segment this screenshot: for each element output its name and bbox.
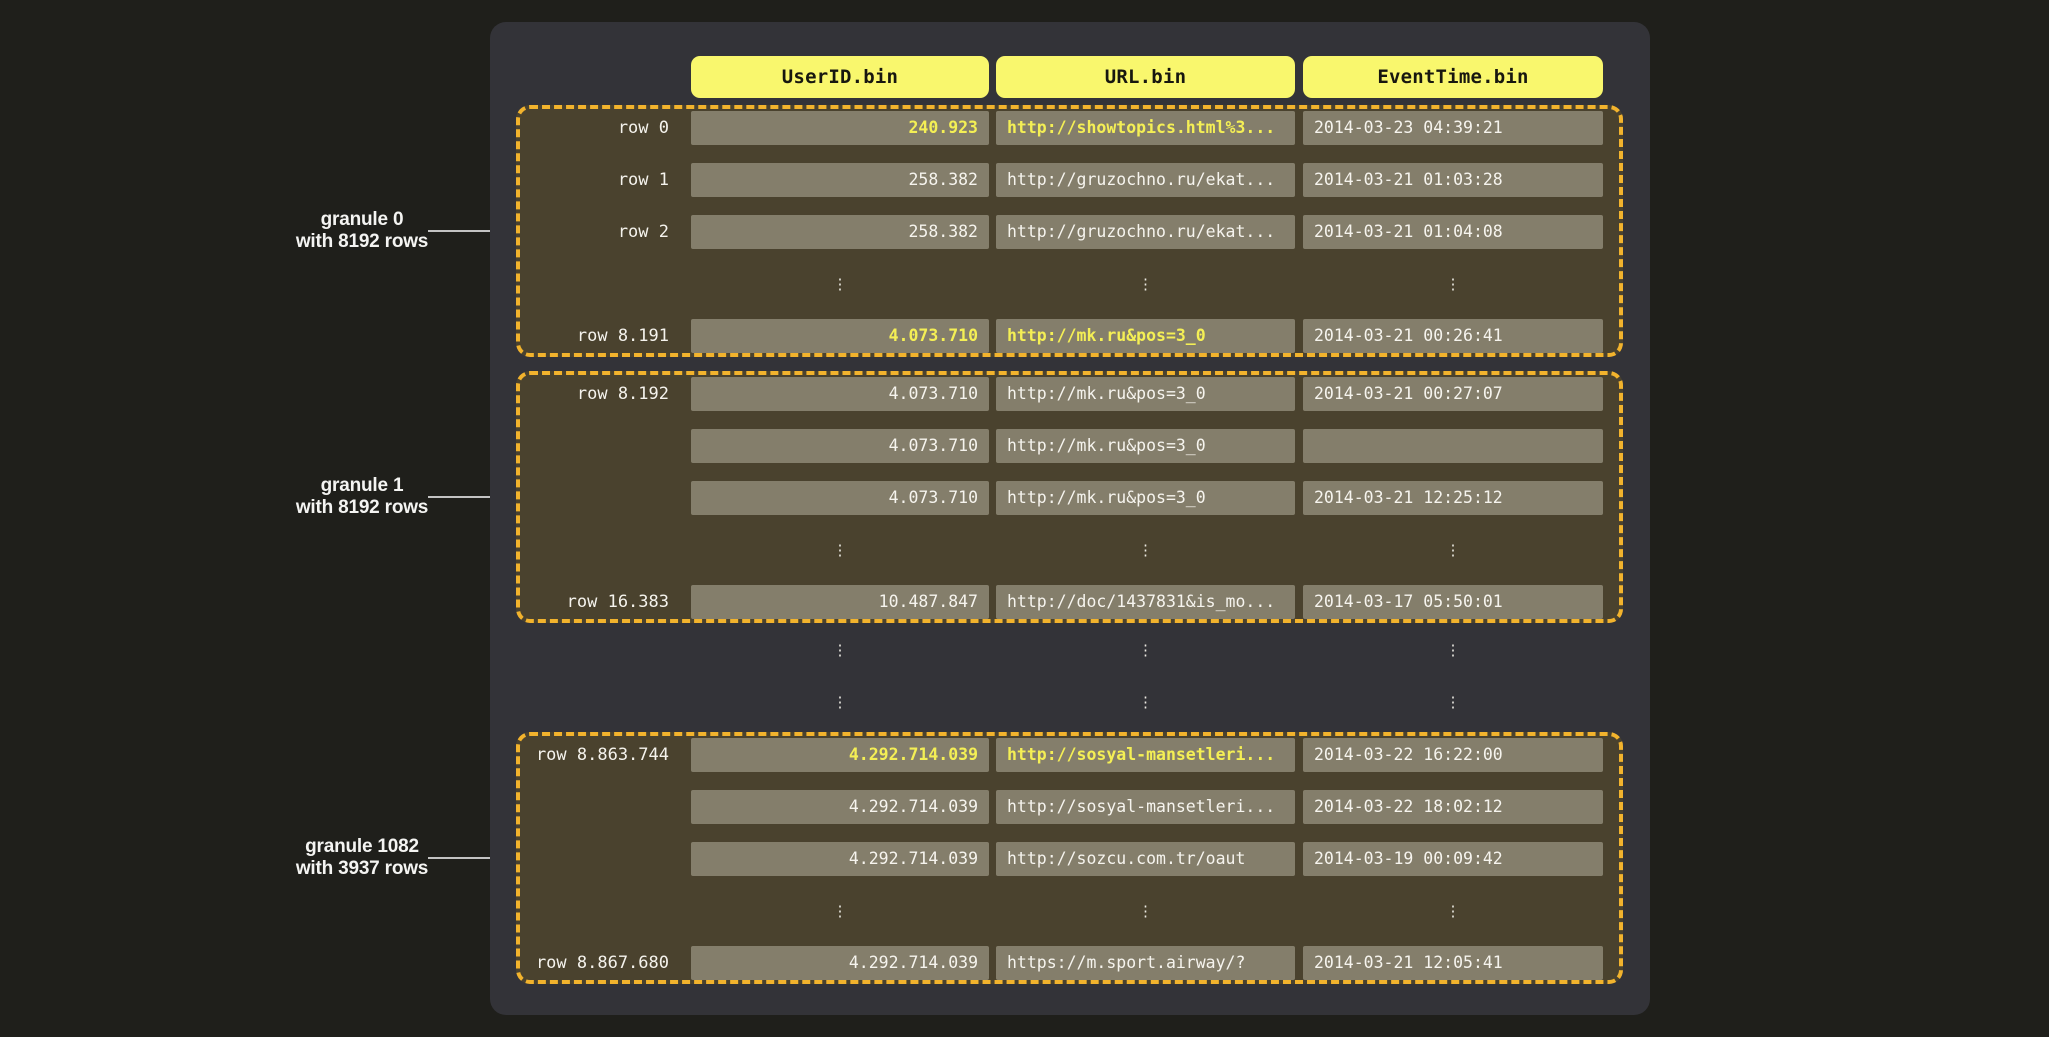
table-row: 4.073.710 http://mk.ru&pos=3_0 <box>520 429 1619 463</box>
url-cell: http://sozcu.com.tr/oaut <box>996 842 1295 876</box>
userid-cell: 4.292.714.039 <box>691 842 989 876</box>
vertical-ellipsis-icon: ⋮ <box>996 894 1295 928</box>
row-label <box>520 481 691 515</box>
eventtime-cell <box>1303 429 1603 463</box>
table-row: row 0 240.923 http://showtopics.html%3..… <box>520 111 1619 145</box>
url-cell: http://sosyal-mansetleri... <box>996 790 1295 824</box>
userid-cell: 4.073.710 <box>691 377 989 411</box>
eventtime-cell: 2014-03-17 05:50:01 <box>1303 585 1603 619</box>
vertical-ellipsis-icon: ⋮ <box>691 267 989 301</box>
url-cell: http://sosyal-mansetleri... <box>996 738 1295 772</box>
userid-cell: 4.073.710 <box>691 319 989 353</box>
url-cell: http://mk.ru&pos=3_0 <box>996 319 1295 353</box>
row-label: row 8.192 <box>520 377 691 411</box>
vertical-ellipsis-icon: ⋮ <box>691 533 989 567</box>
ellipsis-row: ⋮ ⋮ ⋮ <box>520 633 1603 667</box>
vertical-ellipsis-icon: ⋮ <box>996 533 1295 567</box>
eventtime-cell: 2014-03-21 00:27:07 <box>1303 377 1603 411</box>
row-label: row 2 <box>520 215 691 249</box>
table-row: 4.292.714.039 http://sosyal-mansetleri..… <box>520 790 1619 824</box>
userid-cell: 4.073.710 <box>691 429 989 463</box>
vertical-ellipsis-icon: ⋮ <box>691 685 989 719</box>
column-header-userid-bin: UserID.bin <box>691 56 989 98</box>
table-row: row 8.867.680 4.292.714.039 https://m.sp… <box>520 946 1619 980</box>
eventtime-cell: 2014-03-22 16:22:00 <box>1303 738 1603 772</box>
url-cell: http://gruzochno.ru/ekat... <box>996 163 1295 197</box>
granule-1-label-line2: with 8192 rows <box>212 497 512 519</box>
column-header-url-bin: URL.bin <box>996 56 1295 98</box>
url-cell: https://m.sport.airway/? <box>996 946 1295 980</box>
ellipsis-row: ⋮ ⋮ ⋮ <box>520 267 1619 301</box>
vertical-ellipsis-icon: ⋮ <box>996 685 1295 719</box>
row-label: row 8.867.680 <box>520 946 691 980</box>
url-cell: http://doc/1437831&is_mo... <box>996 585 1295 619</box>
eventtime-cell: 2014-03-19 00:09:42 <box>1303 842 1603 876</box>
url-cell: http://mk.ru&pos=3_0 <box>996 377 1295 411</box>
eventtime-cell: 2014-03-21 01:03:28 <box>1303 163 1603 197</box>
granule-0-arrow-icon <box>428 230 496 232</box>
vertical-ellipsis-icon: ⋮ <box>1303 633 1603 667</box>
ellipsis-row: ⋮ ⋮ ⋮ <box>520 894 1619 928</box>
vertical-ellipsis-icon: ⋮ <box>996 633 1295 667</box>
row-label: row 16.383 <box>520 585 691 619</box>
row-label <box>520 790 691 824</box>
granule-1-label-line1: granule 1 <box>212 475 512 497</box>
granule-1-arrow-icon <box>428 496 496 498</box>
table-row: row 8.863.744 4.292.714.039 http://sosya… <box>520 738 1619 772</box>
userid-cell: 258.382 <box>691 215 989 249</box>
granule-0-label-line1: granule 0 <box>212 209 512 231</box>
column-header-eventtime-bin: EventTime.bin <box>1303 56 1603 98</box>
ellipsis-row: ⋮ ⋮ ⋮ <box>520 533 1619 567</box>
table-row: row 16.383 10.487.847 http://doc/1437831… <box>520 585 1619 619</box>
url-cell: http://mk.ru&pos=3_0 <box>996 481 1295 515</box>
eventtime-cell: 2014-03-21 00:26:41 <box>1303 319 1603 353</box>
table-row: 4.292.714.039 http://sozcu.com.tr/oaut 2… <box>520 842 1619 876</box>
granule-1082-label-line1: granule 1082 <box>212 836 512 858</box>
table-row: row 2 258.382 http://gruzochno.ru/ekat..… <box>520 215 1619 249</box>
row-label <box>520 429 691 463</box>
userid-cell: 258.382 <box>691 163 989 197</box>
eventtime-cell: 2014-03-23 04:39:21 <box>1303 111 1603 145</box>
url-cell: http://mk.ru&pos=3_0 <box>996 429 1295 463</box>
eventtime-cell: 2014-03-21 01:04:08 <box>1303 215 1603 249</box>
userid-cell: 240.923 <box>691 111 989 145</box>
table-row: row 8.192 4.073.710 http://mk.ru&pos=3_0… <box>520 377 1619 411</box>
eventtime-cell: 2014-03-22 18:02:12 <box>1303 790 1603 824</box>
granule-1082-arrow-icon <box>428 857 496 859</box>
vertical-ellipsis-icon: ⋮ <box>1303 894 1603 928</box>
url-cell: http://showtopics.html%3... <box>996 111 1295 145</box>
vertical-ellipsis-icon: ⋮ <box>691 633 989 667</box>
vertical-ellipsis-icon: ⋮ <box>1303 533 1603 567</box>
userid-cell: 4.292.714.039 <box>691 946 989 980</box>
row-label: row 8.191 <box>520 319 691 353</box>
eventtime-cell: 2014-03-21 12:05:41 <box>1303 946 1603 980</box>
table-row: row 8.191 4.073.710 http://mk.ru&pos=3_0… <box>520 319 1619 353</box>
vertical-ellipsis-icon: ⋮ <box>1303 267 1603 301</box>
granule-0-label-line2: with 8192 rows <box>212 231 512 253</box>
row-label: row 1 <box>520 163 691 197</box>
ellipsis-row: ⋮ ⋮ ⋮ <box>520 685 1603 719</box>
vertical-ellipsis-icon: ⋮ <box>691 894 989 928</box>
granule-1-box: row 8.192 4.073.710 http://mk.ru&pos=3_0… <box>516 371 1623 623</box>
userid-cell: 4.292.714.039 <box>691 738 989 772</box>
granule-1082-label-line2: with 3937 rows <box>212 858 512 880</box>
vertical-ellipsis-icon: ⋮ <box>996 267 1295 301</box>
row-label <box>520 842 691 876</box>
userid-cell: 4.073.710 <box>691 481 989 515</box>
vertical-ellipsis-icon: ⋮ <box>1303 685 1603 719</box>
data-files-panel: UserID.bin URL.bin EventTime.bin row 0 2… <box>490 22 1650 1015</box>
granule-0-box: row 0 240.923 http://showtopics.html%3..… <box>516 105 1623 357</box>
granule-1082-box: row 8.863.744 4.292.714.039 http://sosya… <box>516 732 1623 984</box>
row-label: row 8.863.744 <box>520 738 691 772</box>
eventtime-cell: 2014-03-21 12:25:12 <box>1303 481 1603 515</box>
userid-cell: 4.292.714.039 <box>691 790 989 824</box>
url-cell: http://gruzochno.ru/ekat... <box>996 215 1295 249</box>
row-label: row 0 <box>520 111 691 145</box>
granules-diagram: granule 0 with 8192 rows granule 1 with … <box>0 0 2049 1037</box>
table-row: row 1 258.382 http://gruzochno.ru/ekat..… <box>520 163 1619 197</box>
userid-cell: 10.487.847 <box>691 585 989 619</box>
table-row: 4.073.710 http://mk.ru&pos=3_0 2014-03-2… <box>520 481 1619 515</box>
